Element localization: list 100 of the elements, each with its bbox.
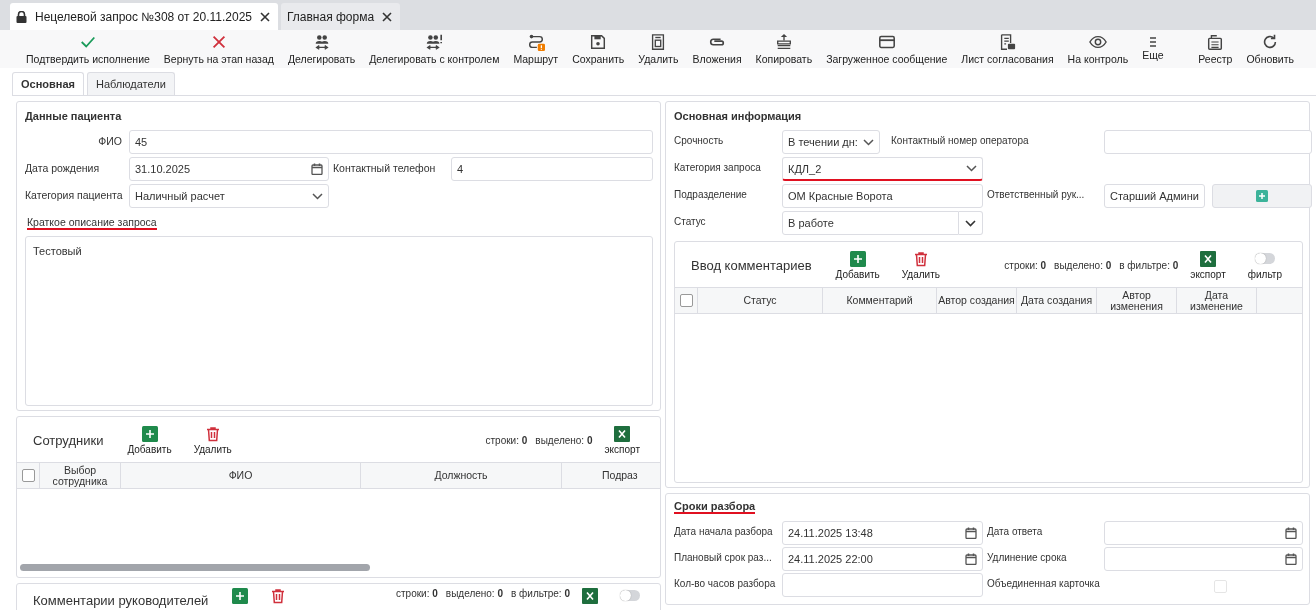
select-field[interactable]: В течении дн:: [782, 130, 880, 154]
section-title: Основная информация: [674, 110, 803, 122]
form-tab[interactable]: Наблюдатели: [87, 72, 175, 95]
save-icon: [589, 33, 608, 51]
document-tab[interactable]: Нецелевой запрос №308 от 20.11.2025: [10, 3, 278, 30]
toolbar-button[interactable]: Маршрут: [507, 33, 565, 65]
select-all-checkbox[interactable]: [21, 469, 35, 482]
column-header[interactable]: Статус: [698, 288, 823, 313]
date-field[interactable]: 24.11.2025 13:48: [782, 521, 983, 545]
scrollbar[interactable]: [20, 564, 370, 571]
date-field[interactable]: 24.11.2025 22:00: [782, 547, 983, 571]
delete-button[interactable]: Удалить: [897, 250, 944, 280]
calendar-icon[interactable]: [965, 553, 977, 565]
trash-icon: [270, 588, 287, 604]
document-tab[interactable]: Главная форма: [281, 3, 401, 30]
plus-icon: [232, 588, 249, 604]
text-field[interactable]: 4: [451, 157, 653, 181]
toolbar-button[interactable]: Подтвердить исполнение: [20, 33, 156, 65]
spreadsheet-icon: [614, 425, 631, 442]
field-label: Ответственный рук...: [987, 188, 1086, 200]
toolbar-button[interactable]: Загруженное сообщение: [820, 33, 954, 65]
toolbar-button[interactable]: Делегировать: [281, 33, 362, 65]
toolbar-button[interactable]: Вернуть на этап назад: [157, 33, 280, 65]
text-field[interactable]: 45: [129, 130, 653, 154]
text-field[interactable]: Старший Админи: [1104, 184, 1205, 208]
filter-button[interactable]: фильтр: [1243, 250, 1286, 280]
trash-icon: [204, 425, 221, 442]
stat-text: строки: 0: [396, 588, 438, 599]
toolbar-button[interactable]: Реестр: [1192, 33, 1239, 65]
date-field[interactable]: 31.10.2025: [129, 157, 329, 181]
delete-button[interactable]: Удалить: [189, 425, 236, 455]
section-title: Сроки разбора: [674, 500, 756, 514]
column-header[interactable]: Комментарий: [823, 288, 937, 313]
select-field[interactable]: В работе: [782, 211, 959, 235]
column-header[interactable]: Автор изменения: [1097, 288, 1177, 313]
select-field[interactable]: Наличный расчет: [129, 184, 329, 208]
field-label: Подразделение: [674, 188, 748, 200]
column-header[interactable]: Должность: [361, 463, 562, 488]
stat-text: в фильтре: 0: [511, 588, 570, 599]
column-header[interactable]: Выбор сотрудника: [40, 463, 121, 488]
field-label: Плановый срок раз...: [674, 551, 773, 563]
chevron-down-icon[interactable]: [863, 138, 874, 146]
toggle-switch[interactable]: [620, 590, 640, 601]
chevron-down-icon[interactable]: [966, 165, 977, 172]
section-title: Данные пациента: [25, 110, 123, 122]
column-header[interactable]: Дата создания: [1017, 288, 1097, 313]
select-field[interactable]: КДЛ_2: [782, 157, 983, 181]
calendar-icon[interactable]: [1285, 553, 1297, 565]
column-header[interactable]: Автор создания: [937, 288, 1017, 313]
form-tab[interactable]: Основная: [12, 72, 84, 95]
date-field[interactable]: [1104, 547, 1303, 571]
toolbar-button[interactable]: Копировать: [749, 33, 819, 65]
chevron-down-icon[interactable]: [312, 192, 323, 200]
toggle-switch[interactable]: [1254, 252, 1275, 264]
toolbar-button[interactable]: Сохранить: [566, 33, 631, 65]
text-field[interactable]: [782, 573, 983, 597]
toolbar-button[interactable]: Еще: [1136, 37, 1170, 61]
toolbar-button[interactable]: На контроль: [1061, 33, 1135, 65]
text-field[interactable]: ОМ Красные Ворота: [782, 184, 983, 208]
date-field[interactable]: [1104, 521, 1303, 545]
calendar-icon[interactable]: [1285, 527, 1297, 539]
route-icon: [526, 33, 545, 51]
export-button[interactable]: экспорт: [600, 425, 644, 455]
menu-icon: [1148, 37, 1157, 47]
field-label: Удлинение срока: [987, 551, 1068, 563]
people-alert-icon: [425, 33, 444, 51]
column-header[interactable]: Подраз: [562, 463, 660, 488]
spreadsheet-icon: [582, 588, 598, 604]
column-header[interactable]: ФИО: [121, 463, 361, 488]
add-button[interactable]: Добавить: [123, 425, 176, 455]
field-label: Краткое описание запроса: [27, 216, 157, 230]
export-button[interactable]: экспорт: [1186, 250, 1230, 280]
text-field[interactable]: [1104, 130, 1312, 154]
dropdown-button[interactable]: [959, 211, 983, 235]
field-label: Кол-во часов разбора: [674, 577, 777, 589]
plus-icon: [849, 250, 866, 267]
field-label: Объединенная карточка: [987, 577, 1100, 589]
toolbar-button[interactable]: Удалить: [632, 33, 685, 65]
calendar-icon[interactable]: [311, 163, 323, 175]
field-label: Срочность: [674, 134, 725, 146]
clipboard-icon: [1206, 33, 1225, 51]
field-label: Дата ответа: [987, 525, 1044, 537]
column-header[interactable]: Дата изменение: [1177, 288, 1257, 313]
toolbar-button[interactable]: Лист согласования: [955, 33, 1060, 65]
close-icon[interactable]: [260, 11, 270, 22]
stat-text: строки: 0: [485, 434, 528, 446]
stat-text: строки: 0: [1004, 259, 1047, 271]
trash-icon: [912, 250, 929, 267]
calendar-icon[interactable]: [965, 527, 977, 539]
toolbar-button[interactable]: Вложения: [686, 33, 748, 65]
add-button[interactable]: [1211, 184, 1312, 208]
select-all-checkbox[interactable]: [679, 294, 693, 307]
toolbar-button[interactable]: Обновить: [1240, 33, 1300, 65]
spreadsheet-icon: [1200, 250, 1217, 267]
field-label: Дата рождения: [25, 161, 101, 174]
toolbar-button[interactable]: Делегировать с контролем: [363, 33, 506, 65]
stat-text: в фильтре: 0: [1119, 259, 1179, 271]
description-textarea[interactable]: Тестовый: [25, 236, 653, 406]
add-button[interactable]: Добавить: [831, 250, 884, 280]
close-icon[interactable]: [382, 11, 393, 22]
